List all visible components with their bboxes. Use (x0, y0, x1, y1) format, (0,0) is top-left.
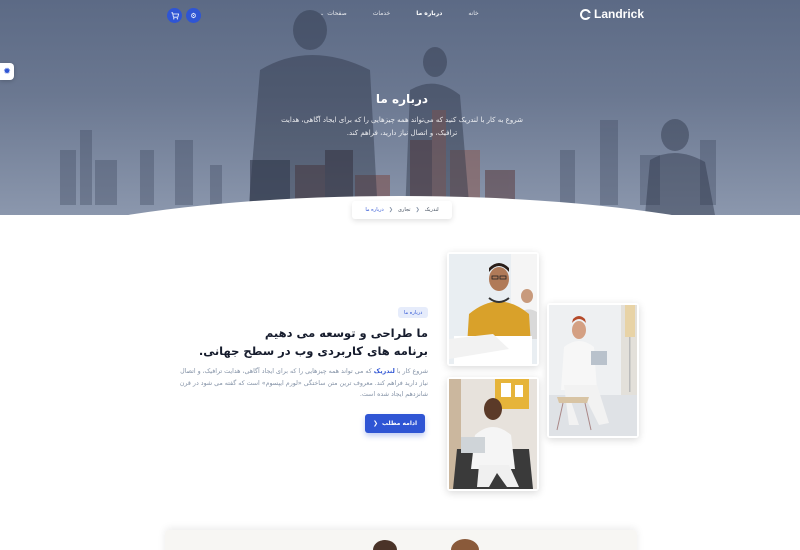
chevron-left-icon: ❮ (372, 420, 379, 427)
about-text-start: شروع کار با (394, 368, 428, 375)
nav-item-services[interactable]: خدمات (373, 10, 391, 17)
breadcrumb-item-business[interactable]: تجاری (398, 207, 410, 213)
cart-button[interactable] (167, 8, 182, 23)
logo-icon (580, 8, 591, 20)
nav-item-pages[interactable]: صفحات⌄ (320, 10, 347, 17)
photo-man-laptop (447, 377, 539, 491)
brand-logo[interactable]: Landrick (580, 7, 644, 21)
chevron-left-icon: ❮ (415, 207, 420, 213)
nav-item-home[interactable]: خانه (468, 10, 478, 17)
about-heading-line1: ما طراحی و توسعه می دهیم (264, 326, 428, 340)
chevron-down-icon: ⌄ (320, 11, 325, 17)
settings-button[interactable]: ⚙ (186, 8, 201, 23)
breadcrumb: لندریک ❮ تجاری ❮ درباره ما (352, 201, 452, 219)
top-navbar: Landrick خانه درباره ما خدمات صفحات⌄ ⚙ (0, 0, 800, 32)
about-heading-line2: برنامه های کاربردی وب در سطح جهانی. (198, 344, 428, 358)
nav-item-about[interactable]: درباره ما (416, 10, 442, 17)
main-menu: خانه درباره ما خدمات صفحات⌄ (320, 10, 479, 17)
breadcrumb-item-current: درباره ما (365, 207, 384, 213)
read-more-label: ادامه مطلب (382, 420, 418, 427)
cart-icon (170, 11, 179, 19)
chevron-left-icon: ❮ (388, 207, 393, 213)
about-text-brand: لندریک (373, 368, 395, 375)
section-badge: درباره ما (398, 307, 429, 318)
read-more-button[interactable]: ادامه مطلب ❮ (365, 414, 425, 433)
about-heading: ما طراحی و توسعه می دهیم برنامه های کارب… (180, 324, 428, 360)
hero-background-image (60, 10, 716, 215)
about-description: شروع کار با لندریک که می تواند همه چیزها… (175, 366, 428, 401)
settings-icon: ⚙ (190, 11, 197, 20)
hero-section (0, 0, 800, 215)
brand-name: Landrick (594, 7, 645, 21)
breadcrumb-item-home[interactable]: لندریک (425, 207, 439, 213)
photo-student-laptop (447, 252, 539, 366)
theme-settings-toggle[interactable]: ✹ (0, 63, 14, 80)
gear-icon: ✹ (3, 66, 11, 77)
page-title: درباره ما (375, 92, 429, 106)
photo-woman-tablet (547, 303, 639, 438)
bottom-image-card (165, 530, 637, 550)
nav-item-pages-label: صفحات (327, 10, 347, 17)
hero-subtitle: شروع به کار با لندریک کنید که می‌تواند ه… (281, 116, 523, 137)
